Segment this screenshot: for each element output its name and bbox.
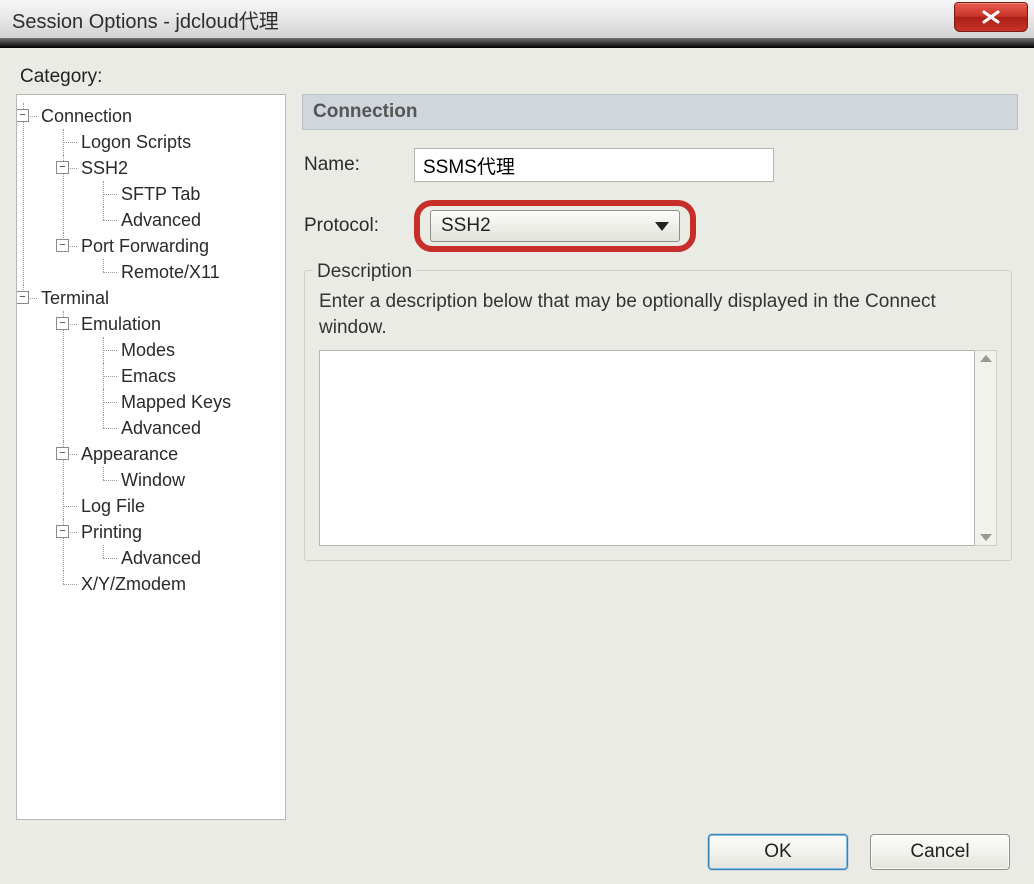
protocol-dropdown[interactable]: SSH2 [430, 210, 680, 242]
category-label: Category: [20, 66, 1018, 88]
dialog-button-row: OK Cancel [16, 820, 1018, 870]
ok-button[interactable]: OK [708, 834, 848, 870]
tree-node-printing[interactable]: Printing [81, 522, 142, 542]
tree-node-emulation-advanced[interactable]: Advanced [121, 418, 201, 438]
description-help-text: Enter a description below that may be op… [319, 289, 997, 340]
protocol-selected-value: SSH2 [441, 215, 491, 237]
tree-node-port-forwarding[interactable]: Port Forwarding [81, 236, 209, 256]
tree-node-connection[interactable]: Connection [41, 106, 132, 126]
chevron-down-icon [655, 222, 669, 231]
description-scrollbar[interactable] [975, 350, 997, 546]
category-tree-panel: Connection Logon Scripts SSH2 SFTP Tab A… [16, 94, 286, 820]
expand-toggle-icon[interactable] [16, 109, 29, 122]
titlebar-shadow [0, 39, 1034, 48]
category-tree[interactable]: Connection Logon Scripts SSH2 SFTP Tab A… [23, 103, 279, 597]
tree-node-emacs[interactable]: Emacs [121, 366, 176, 386]
tree-node-remote-x11[interactable]: Remote/X11 [121, 262, 220, 282]
window-title: Session Options - jdcloud代理 [12, 5, 279, 34]
tree-node-log-file[interactable]: Log File [81, 496, 145, 516]
tree-node-sftp-tab[interactable]: SFTP Tab [121, 184, 200, 204]
expand-toggle-icon[interactable] [56, 239, 69, 252]
description-group-title: Description [313, 261, 416, 283]
cancel-button[interactable]: Cancel [870, 834, 1010, 870]
tree-node-xyzmodem[interactable]: X/Y/Zmodem [81, 574, 186, 594]
expand-toggle-icon[interactable] [56, 317, 69, 330]
protocol-highlight: SSH2 [414, 200, 696, 252]
dialog-body: Category: Connection Logon Scripts SSH2 … [0, 48, 1034, 884]
expand-toggle-icon[interactable] [16, 291, 29, 304]
tree-node-terminal[interactable]: Terminal [41, 288, 109, 308]
description-groupbox: Description Enter a description below th… [304, 270, 1012, 561]
description-textarea[interactable] [319, 350, 975, 546]
tree-node-ssh2[interactable]: SSH2 [81, 158, 128, 178]
name-label: Name: [304, 154, 414, 176]
tree-node-window[interactable]: Window [121, 470, 185, 490]
expand-toggle-icon[interactable] [56, 161, 69, 174]
tree-node-ssh2-advanced[interactable]: Advanced [121, 210, 201, 230]
name-input[interactable] [414, 148, 774, 182]
tree-node-printing-advanced[interactable]: Advanced [121, 548, 201, 568]
section-header: Connection [302, 94, 1018, 130]
expand-toggle-icon[interactable] [56, 525, 69, 538]
protocol-label: Protocol: [304, 215, 414, 237]
scroll-up-icon [980, 355, 992, 362]
tree-node-emulation[interactable]: Emulation [81, 314, 161, 334]
close-button[interactable] [954, 2, 1028, 32]
scroll-down-icon [980, 534, 992, 541]
tree-node-mapped-keys[interactable]: Mapped Keys [121, 392, 231, 412]
tree-node-modes[interactable]: Modes [121, 340, 175, 360]
tree-node-appearance[interactable]: Appearance [81, 444, 178, 464]
close-icon [981, 10, 1001, 24]
content-panel: Connection Name: Protocol: SSH2 [302, 94, 1018, 820]
titlebar: Session Options - jdcloud代理 [0, 0, 1034, 39]
tree-node-logon-scripts[interactable]: Logon Scripts [81, 132, 191, 152]
expand-toggle-icon[interactable] [56, 447, 69, 460]
